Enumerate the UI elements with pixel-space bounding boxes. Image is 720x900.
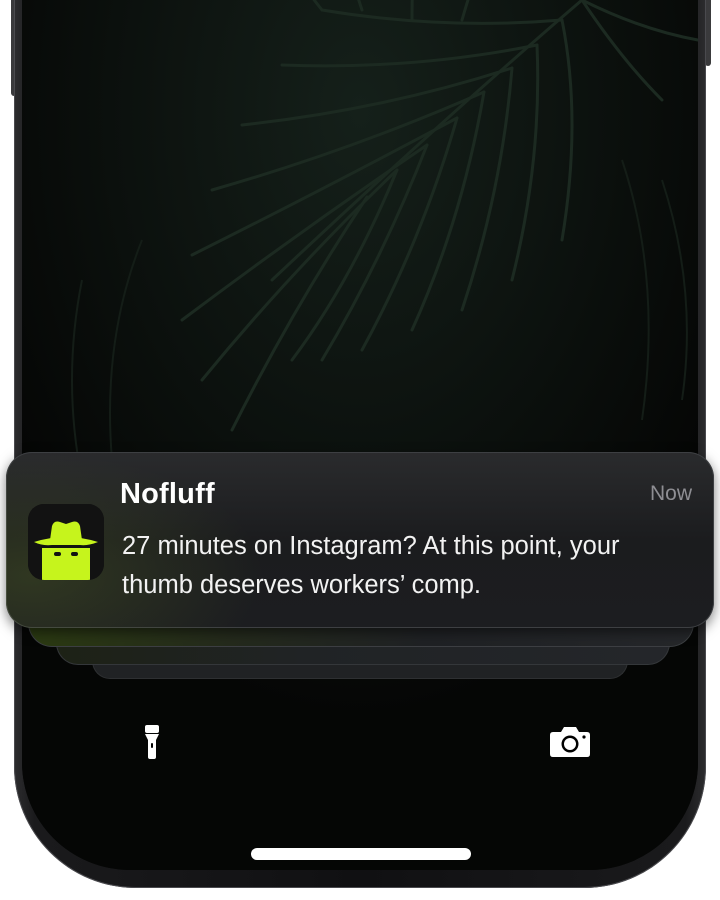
nofluff-app-icon — [28, 504, 104, 580]
notification-message: 27 minutes on Instagram? At this point, … — [122, 532, 620, 599]
camera-button[interactable] — [540, 712, 600, 772]
camera-icon — [550, 727, 590, 757]
lock-screen-mockup: Nofluff Now 27 minutes on Instagram? At … — [0, 0, 720, 900]
flashlight-button[interactable] — [122, 712, 182, 772]
notification-app-name: Nofluff — [120, 478, 215, 510]
flashlight-icon — [145, 725, 159, 759]
notification-timestamp: Now — [649, 482, 692, 505]
home-indicator[interactable] — [251, 848, 471, 860]
